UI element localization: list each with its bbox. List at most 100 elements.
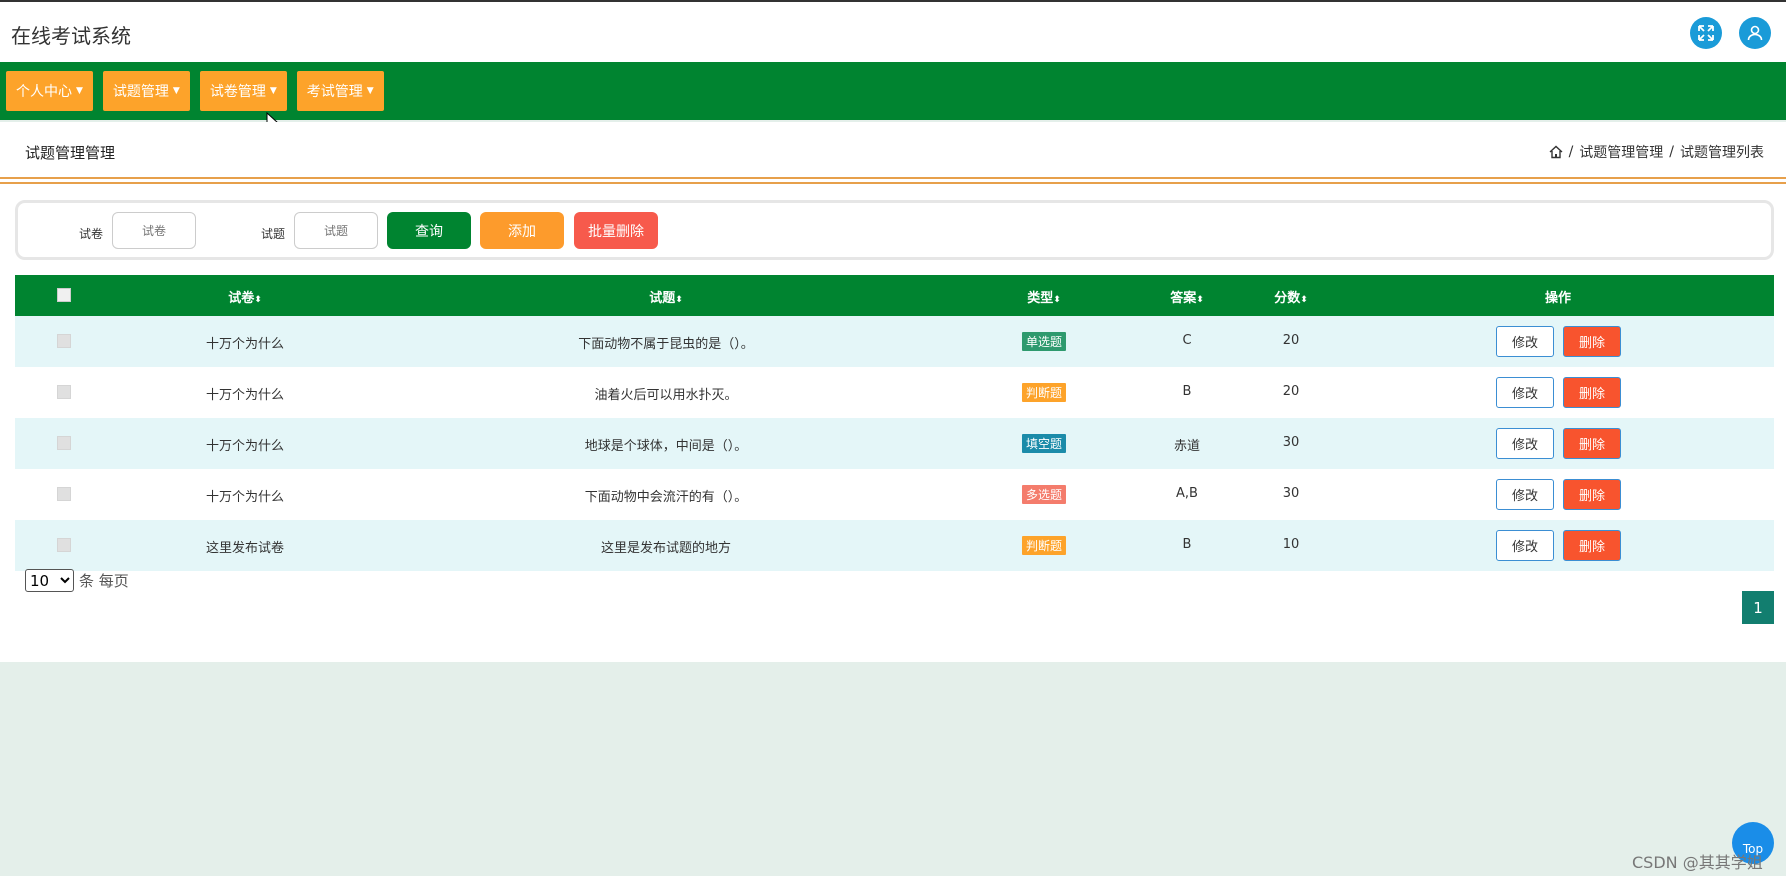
edit-button[interactable]: 修改: [1496, 377, 1554, 408]
cell-paper: 十万个为什么: [205, 490, 285, 505]
type-badge: 判断题: [1021, 383, 1067, 402]
column-header-type[interactable]: 类型⬍: [1027, 287, 1061, 306]
delete-button[interactable]: 删除: [1563, 530, 1621, 561]
app-title: 在线考试系统: [11, 24, 131, 48]
sort-icon: ⬍: [1300, 295, 1308, 305]
delete-button[interactable]: 删除: [1563, 479, 1621, 510]
cell-question: 地球是个球体，中间是（）。: [584, 439, 748, 454]
edit-button[interactable]: 修改: [1496, 479, 1554, 510]
paper-search-input[interactable]: [112, 212, 196, 249]
page-size-select[interactable]: 10: [25, 569, 74, 592]
table-row: 这里发布试卷 这里是发布试题的地方 判断题 B 10 修改 删除: [15, 520, 1774, 571]
question-table: 试卷⬍ 试题⬍ 类型⬍ 答案⬍ 分数⬍ 操作 十万个为什么 下面动物不属于昆虫的…: [15, 275, 1774, 571]
cell-question: 油着火后可以用水扑灭。: [594, 388, 738, 403]
sort-icon: ⬍: [254, 295, 262, 305]
page-number-button[interactable]: 1: [1742, 591, 1774, 624]
cell-score: 20: [1282, 384, 1300, 399]
nav-label: 个人中心: [16, 84, 72, 100]
cell-paper: 十万个为什么: [205, 388, 285, 403]
delete-button[interactable]: 删除: [1563, 326, 1621, 357]
nav-label: 试题管理: [112, 84, 169, 100]
type-badge: 判断题: [1021, 536, 1067, 555]
add-button[interactable]: 添加: [480, 212, 564, 249]
column-header-question[interactable]: 试题⬍: [649, 287, 683, 306]
breadcrumb-separator: /: [1568, 144, 1574, 160]
main-content: 试题管理管理 / 试题管理管理 / 试题管理列表 试卷 试题 查询 添加 批量删…: [0, 122, 1786, 662]
caret-down-icon: ▼: [172, 86, 180, 96]
breadcrumb: / 试题管理管理 / 试题管理列表: [1549, 142, 1764, 162]
page-size-suffix: 条 每页: [79, 572, 129, 590]
nav-personal-center[interactable]: 个人中心 ▼: [6, 71, 93, 111]
cell-answer: C: [1182, 333, 1192, 348]
edit-button[interactable]: 修改: [1496, 530, 1554, 561]
cell-paper: 这里发布试卷: [205, 541, 285, 556]
row-checkbox[interactable]: [57, 538, 71, 552]
breadcrumb-item[interactable]: 试题管理管理: [1579, 142, 1663, 162]
column-header-actions: 操作: [1544, 291, 1572, 306]
search-panel: 试卷 试题 查询 添加 批量删除: [15, 200, 1774, 260]
delete-button[interactable]: 删除: [1563, 428, 1621, 459]
cell-answer: B: [1182, 537, 1192, 552]
cell-paper: 十万个为什么: [205, 439, 285, 454]
watermark: CSDN @其其学姐: [1632, 853, 1763, 872]
main-nav: 个人中心 ▼ 试题管理 ▼ 试卷管理 ▼ 考试管理 ▼: [0, 62, 1786, 132]
breadcrumb-item: 试题管理列表: [1680, 145, 1764, 161]
page-header: 试题管理管理 / 试题管理管理 / 试题管理列表: [0, 122, 1786, 178]
table-row: 十万个为什么 地球是个球体，中间是（）。 填空题 赤道 30 修改 删除: [15, 418, 1774, 469]
page-title: 试题管理管理: [25, 144, 116, 162]
fullscreen-icon[interactable]: [1690, 17, 1722, 49]
cell-answer: A,B: [1176, 486, 1198, 501]
nav-paper-management[interactable]: 试卷管理 ▼: [199, 71, 287, 111]
nav-label: 试卷管理: [209, 84, 266, 100]
cell-question: 这里是发布试题的地方: [600, 541, 732, 556]
caret-down-icon: ▼: [269, 86, 277, 96]
cell-score: 20: [1282, 333, 1300, 348]
column-header-paper[interactable]: 试卷⬍: [228, 287, 262, 306]
nav-question-management[interactable]: 试题管理 ▼: [102, 71, 190, 111]
row-checkbox[interactable]: [57, 334, 71, 348]
table-row: 十万个为什么 油着火后可以用水扑灭。 判断题 B 20 修改 删除: [15, 367, 1774, 418]
cell-question: 下面动物不属于昆虫的是（）。: [578, 337, 754, 352]
page-size-control: 10 条 每页: [25, 569, 129, 592]
query-button[interactable]: 查询: [387, 212, 471, 249]
cell-answer: 赤道: [1173, 439, 1201, 454]
caret-down-icon: ▼: [366, 86, 374, 96]
table-row: 十万个为什么 下面动物不属于昆虫的是（）。 单选题 C 20 修改 删除: [15, 316, 1774, 367]
select-all-checkbox[interactable]: [57, 288, 71, 302]
divider: [0, 182, 1786, 184]
type-badge: 填空题: [1021, 434, 1067, 453]
column-header-score[interactable]: 分数⬍: [1274, 287, 1308, 306]
sort-icon: ⬍: [1053, 295, 1061, 305]
table-row: 十万个为什么 下面动物中会流汗的有（）。 多选题 A,B 30 修改 删除: [15, 469, 1774, 520]
home-icon[interactable]: [1549, 145, 1563, 159]
caret-down-icon: ▼: [76, 86, 83, 96]
cell-score: 30: [1282, 435, 1300, 450]
batch-delete-button[interactable]: 批量删除: [574, 212, 658, 249]
column-header-answer[interactable]: 答案⬍: [1170, 287, 1204, 306]
question-search-input[interactable]: [294, 212, 378, 249]
row-checkbox[interactable]: [57, 487, 71, 501]
question-label: 试题: [261, 227, 286, 241]
delete-button[interactable]: 删除: [1563, 377, 1621, 408]
user-icon[interactable]: [1739, 17, 1771, 49]
cell-question: 下面动物中会流汗的有（）。: [584, 490, 748, 505]
row-checkbox[interactable]: [57, 436, 71, 450]
sort-icon: ⬍: [675, 295, 683, 305]
cell-score: 30: [1282, 486, 1300, 501]
nav-exam-management[interactable]: 考试管理 ▼: [296, 71, 384, 111]
type-badge: 单选题: [1021, 332, 1067, 351]
cell-answer: B: [1182, 384, 1192, 399]
cell-paper: 十万个为什么: [205, 337, 285, 352]
type-badge: 多选题: [1021, 485, 1067, 504]
nav-label: 考试管理: [306, 84, 363, 100]
top-header: 在线考试系统: [0, 2, 1786, 62]
edit-button[interactable]: 修改: [1496, 428, 1554, 459]
cell-score: 10: [1282, 537, 1300, 552]
paper-label: 试卷: [79, 227, 104, 241]
table-header: 试卷⬍ 试题⬍ 类型⬍ 答案⬍ 分数⬍ 操作: [15, 275, 1774, 316]
row-checkbox[interactable]: [57, 385, 71, 399]
divider: [0, 177, 1786, 179]
edit-button[interactable]: 修改: [1496, 326, 1554, 357]
sort-icon: ⬍: [1196, 295, 1204, 305]
breadcrumb-separator: /: [1669, 144, 1674, 160]
